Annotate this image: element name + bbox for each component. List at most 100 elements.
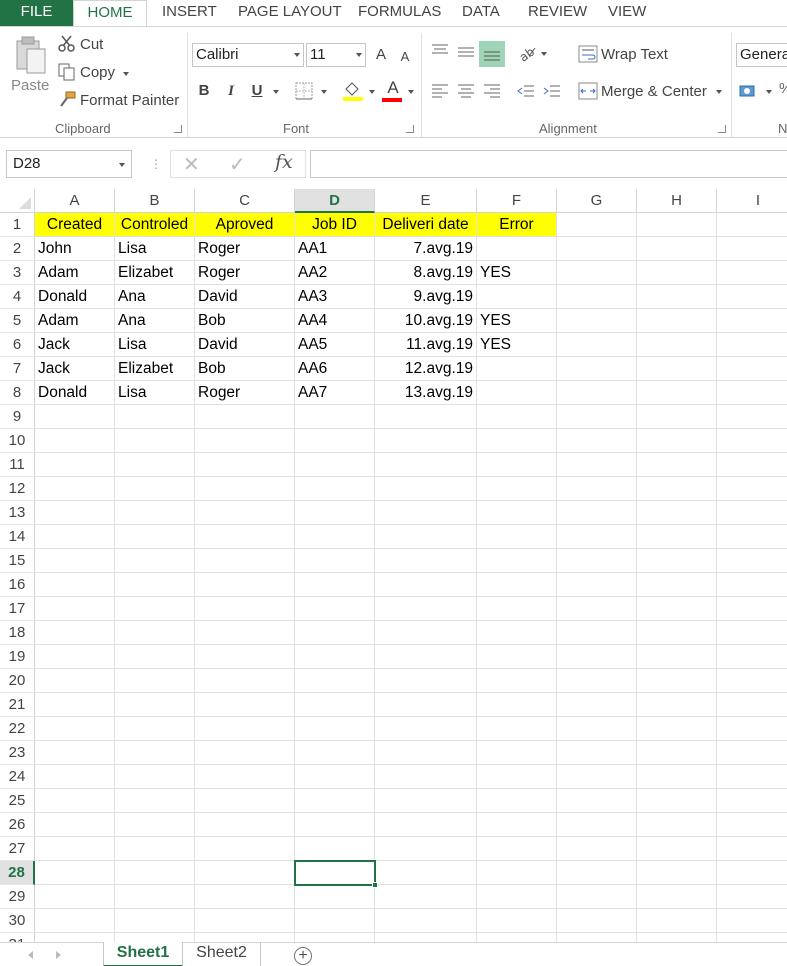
align-middle-icon[interactable]: [456, 44, 476, 63]
cell-a12[interactable]: [35, 477, 115, 501]
cell-b15[interactable]: [115, 549, 195, 573]
cell-h7[interactable]: [637, 357, 717, 381]
cell-d19[interactable]: [295, 645, 375, 669]
cell-f24[interactable]: [477, 765, 557, 789]
tab-page-layout[interactable]: PAGE LAYOUT: [238, 0, 342, 26]
cell-c18[interactable]: [195, 621, 295, 645]
decrease-indent-icon[interactable]: [516, 83, 536, 102]
cell-e15[interactable]: [375, 549, 477, 573]
enter-icon[interactable]: ✓: [229, 152, 246, 177]
orientation-icon[interactable]: ab: [517, 42, 537, 65]
shrink-font-button[interactable]: A: [394, 46, 416, 68]
merge-center-dropdown-icon[interactable]: [716, 90, 722, 94]
italic-button[interactable]: I: [220, 80, 242, 102]
cell-g23[interactable]: [557, 741, 637, 765]
cell-a5[interactable]: Adam: [35, 309, 115, 333]
row-header-31[interactable]: 31: [0, 933, 35, 942]
cell-f5[interactable]: YES: [477, 309, 557, 333]
cell-b9[interactable]: [115, 405, 195, 429]
borders-dropdown-icon[interactable]: [321, 90, 327, 94]
cell-i1[interactable]: [717, 213, 787, 237]
cell-h4[interactable]: [637, 285, 717, 309]
row-header-19[interactable]: 19: [0, 645, 35, 669]
cell-b17[interactable]: [115, 597, 195, 621]
cell-h23[interactable]: [637, 741, 717, 765]
row-header-18[interactable]: 18: [0, 621, 35, 645]
select-all-corner[interactable]: [0, 189, 35, 213]
cell-c13[interactable]: [195, 501, 295, 525]
cell-i7[interactable]: [717, 357, 787, 381]
cell-e28[interactable]: [375, 861, 477, 885]
cell-e7[interactable]: 12.avg.19: [375, 357, 477, 381]
cell-b3[interactable]: Elizabet: [115, 261, 195, 285]
cell-f13[interactable]: [477, 501, 557, 525]
cell-i13[interactable]: [717, 501, 787, 525]
next-sheet-icon[interactable]: [56, 951, 61, 959]
cell-c28[interactable]: [195, 861, 295, 885]
cell-a15[interactable]: [35, 549, 115, 573]
cell-h1[interactable]: [637, 213, 717, 237]
cell-i25[interactable]: [717, 789, 787, 813]
cell-b5[interactable]: Ana: [115, 309, 195, 333]
cell-g22[interactable]: [557, 717, 637, 741]
cell-c23[interactable]: [195, 741, 295, 765]
cell-b20[interactable]: [115, 669, 195, 693]
cell-d13[interactable]: [295, 501, 375, 525]
row-header-4[interactable]: 4: [0, 285, 35, 309]
cell-d25[interactable]: [295, 789, 375, 813]
cell-f4[interactable]: [477, 285, 557, 309]
cell-i9[interactable]: [717, 405, 787, 429]
font-color-dropdown-icon[interactable]: [408, 90, 414, 94]
cell-c6[interactable]: David: [195, 333, 295, 357]
row-header-6[interactable]: 6: [0, 333, 35, 357]
cell-c10[interactable]: [195, 429, 295, 453]
cell-b4[interactable]: Ana: [115, 285, 195, 309]
row-header-25[interactable]: 25: [0, 789, 35, 813]
cell-f28[interactable]: [477, 861, 557, 885]
cell-c4[interactable]: David: [195, 285, 295, 309]
cell-g11[interactable]: [557, 453, 637, 477]
cell-d30[interactable]: [295, 909, 375, 933]
cell-a29[interactable]: [35, 885, 115, 909]
sheet-tab-sheet2[interactable]: Sheet2: [183, 942, 261, 966]
cut-button[interactable]: Cut: [80, 36, 103, 53]
cell-f8[interactable]: [477, 381, 557, 405]
cell-e29[interactable]: [375, 885, 477, 909]
cell-i31[interactable]: [717, 933, 787, 942]
cell-f14[interactable]: [477, 525, 557, 549]
cell-h14[interactable]: [637, 525, 717, 549]
row-header-22[interactable]: 22: [0, 717, 35, 741]
cell-g12[interactable]: [557, 477, 637, 501]
bold-button[interactable]: B: [193, 80, 215, 102]
cell-i17[interactable]: [717, 597, 787, 621]
cell-h30[interactable]: [637, 909, 717, 933]
tab-view[interactable]: VIEW: [608, 0, 646, 26]
cell-i23[interactable]: [717, 741, 787, 765]
cell-b12[interactable]: [115, 477, 195, 501]
cell-d14[interactable]: [295, 525, 375, 549]
accounting-format-icon[interactable]: [739, 82, 761, 103]
cell-b13[interactable]: [115, 501, 195, 525]
cell-i2[interactable]: [717, 237, 787, 261]
cell-b29[interactable]: [115, 885, 195, 909]
cell-e16[interactable]: [375, 573, 477, 597]
row-header-9[interactable]: 9: [0, 405, 35, 429]
cell-g2[interactable]: [557, 237, 637, 261]
cell-f22[interactable]: [477, 717, 557, 741]
cell-d29[interactable]: [295, 885, 375, 909]
cell-h22[interactable]: [637, 717, 717, 741]
cell-d18[interactable]: [295, 621, 375, 645]
font-launcher-icon[interactable]: [406, 125, 414, 133]
cell-a7[interactable]: Jack: [35, 357, 115, 381]
cell-b25[interactable]: [115, 789, 195, 813]
cell-c27[interactable]: [195, 837, 295, 861]
cell-f19[interactable]: [477, 645, 557, 669]
cell-d7[interactable]: AA6: [295, 357, 375, 381]
cell-e18[interactable]: [375, 621, 477, 645]
cell-d17[interactable]: [295, 597, 375, 621]
cell-e3[interactable]: 8.avg.19: [375, 261, 477, 285]
paste-icon[interactable]: [14, 35, 48, 78]
cell-b2[interactable]: Lisa: [115, 237, 195, 261]
align-top-icon[interactable]: [430, 43, 450, 62]
cell-a31[interactable]: [35, 933, 115, 942]
